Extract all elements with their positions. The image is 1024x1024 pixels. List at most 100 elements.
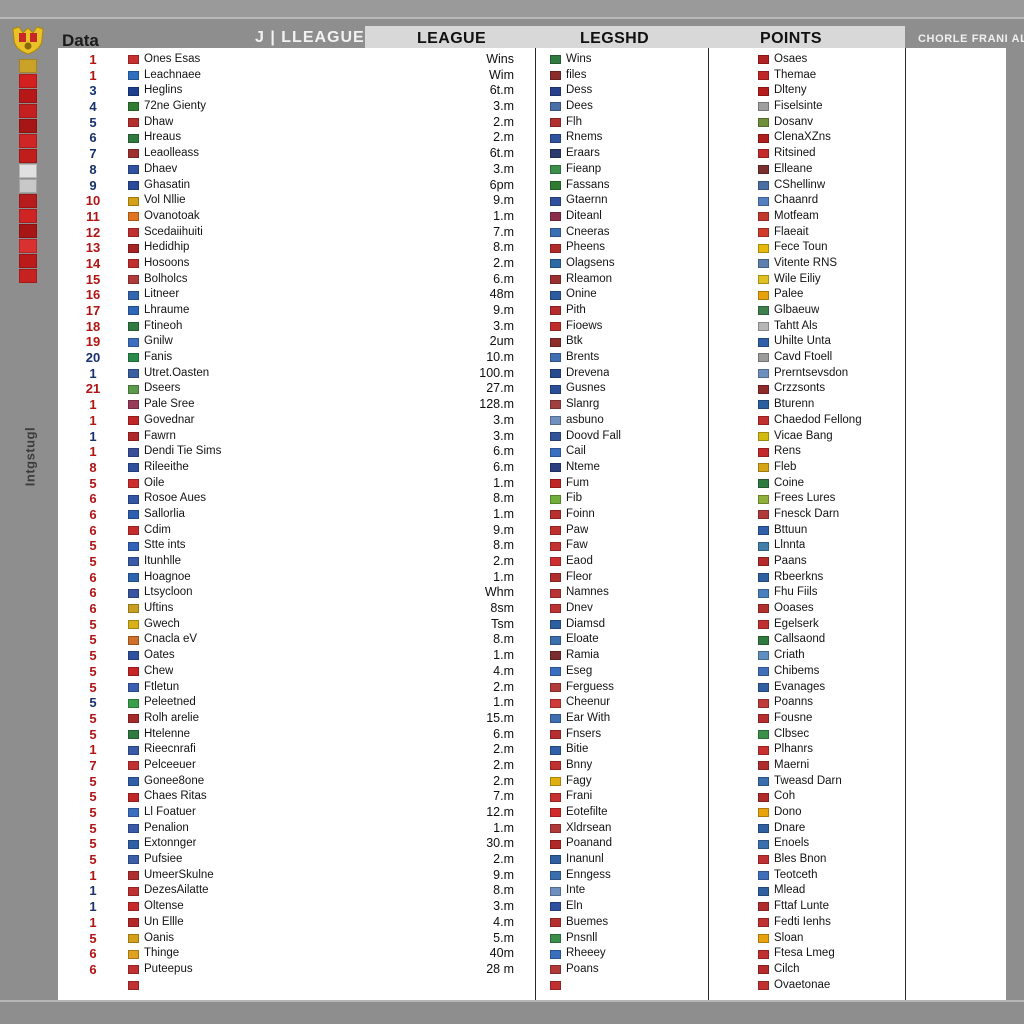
- column-header-legshd[interactable]: LEGSHD: [580, 30, 649, 48]
- table-row[interactable]: 5: [68, 476, 118, 492]
- table-row[interactable]: 1: [68, 397, 118, 413]
- table-row[interactable]: 6t.m: [388, 83, 528, 99]
- table-row[interactable]: Frees Lures: [758, 491, 898, 507]
- table-row[interactable]: Wins: [550, 52, 700, 68]
- table-row[interactable]: 8: [68, 460, 118, 476]
- table-row[interactable]: 6: [68, 601, 118, 617]
- table-row[interactable]: 7.m: [388, 789, 528, 805]
- table-row[interactable]: Llnnta: [758, 538, 898, 554]
- table-row[interactable]: 7.m: [388, 225, 528, 241]
- table-row[interactable]: 1.m: [388, 570, 528, 586]
- table-row[interactable]: 4.m: [388, 664, 528, 680]
- table-row[interactable]: Ferguess: [550, 680, 700, 696]
- table-row[interactable]: 9.m: [388, 868, 528, 884]
- rail-badge[interactable]: [19, 179, 37, 193]
- table-row[interactable]: 1: [68, 868, 118, 884]
- table-row[interactable]: 5: [68, 852, 118, 868]
- table-row[interactable]: 8.m: [388, 240, 528, 256]
- table-row[interactable]: Bles Bnon: [758, 852, 898, 868]
- table-row[interactable]: 4: [68, 99, 118, 115]
- table-row[interactable]: Dlteny: [758, 83, 898, 99]
- table-row[interactable]: 10: [68, 193, 118, 209]
- rail-badge[interactable]: [19, 149, 37, 163]
- table-row[interactable]: Fleor: [550, 570, 700, 586]
- table-row[interactable]: 1: [68, 915, 118, 931]
- rail-badge[interactable]: [19, 269, 37, 283]
- table-row[interactable]: 5: [68, 695, 118, 711]
- table-row[interactable]: Teotceth: [758, 868, 898, 884]
- table-row[interactable]: Vicae Bang: [758, 429, 898, 445]
- table-row[interactable]: Dono: [758, 805, 898, 821]
- table-row[interactable]: 30.m: [388, 836, 528, 852]
- table-row[interactable]: 8.m: [388, 632, 528, 648]
- table-row[interactable]: Sloan: [758, 931, 898, 947]
- rail-badge[interactable]: [19, 239, 37, 253]
- table-row[interactable]: 2.m: [388, 852, 528, 868]
- table-row[interactable]: Fum: [550, 476, 700, 492]
- table-row[interactable]: 5: [68, 805, 118, 821]
- table-row[interactable]: Wile Eiliy: [758, 272, 898, 288]
- table-row[interactable]: 1: [68, 52, 118, 68]
- table-row[interactable]: 2.m: [388, 130, 528, 146]
- table-row[interactable]: 27.m: [388, 381, 528, 397]
- column-header-points[interactable]: POINTS: [760, 30, 822, 48]
- table-row[interactable]: 3.m: [388, 899, 528, 915]
- table-row[interactable]: Flh: [550, 115, 700, 131]
- table-row[interactable]: Themae: [758, 68, 898, 84]
- table-row[interactable]: Eaod: [550, 554, 700, 570]
- table-row[interactable]: 6.m: [388, 460, 528, 476]
- table-row[interactable]: Eln: [550, 899, 700, 915]
- table-row[interactable]: 19: [68, 334, 118, 350]
- table-row[interactable]: 1.m: [388, 507, 528, 523]
- table-row[interactable]: 2.m: [388, 115, 528, 131]
- table-row[interactable]: 5: [68, 632, 118, 648]
- table-row[interactable]: 2.m: [388, 680, 528, 696]
- table-row[interactable]: 12: [68, 225, 118, 241]
- table-row[interactable]: Brents: [550, 350, 700, 366]
- table-row[interactable]: Fedti Ienhs: [758, 915, 898, 931]
- table-row[interactable]: Cail: [550, 444, 700, 460]
- table-row[interactable]: 6: [68, 585, 118, 601]
- rail-badge[interactable]: [19, 74, 37, 88]
- table-row[interactable]: Fece Toun: [758, 240, 898, 256]
- table-row[interactable]: Wins: [388, 52, 528, 68]
- table-row[interactable]: Rnems: [550, 130, 700, 146]
- table-row[interactable]: 3.m: [388, 429, 528, 445]
- table-row[interactable]: Faw: [550, 538, 700, 554]
- table-row[interactable]: 1.m: [388, 648, 528, 664]
- table-row[interactable]: 1: [68, 68, 118, 84]
- table-row[interactable]: Bttuun: [758, 523, 898, 539]
- table-row[interactable]: Slanrg: [550, 397, 700, 413]
- table-row[interactable]: Cheenur: [550, 695, 700, 711]
- rail-badge[interactable]: [19, 59, 37, 73]
- table-row[interactable]: 6: [68, 507, 118, 523]
- table-row[interactable]: CShellinw: [758, 178, 898, 194]
- table-row[interactable]: 6: [68, 523, 118, 539]
- table-row[interactable]: Fagy: [550, 774, 700, 790]
- table-row[interactable]: 48m: [388, 287, 528, 303]
- table-row[interactable]: 15.m: [388, 711, 528, 727]
- table-row[interactable]: 9.m: [388, 193, 528, 209]
- table-row[interactable]: Ear With: [550, 711, 700, 727]
- table-row[interactable]: Ramia: [550, 648, 700, 664]
- rail-badge[interactable]: [19, 104, 37, 118]
- table-row[interactable]: Crzzsonts: [758, 381, 898, 397]
- table-row[interactable]: Foinn: [550, 507, 700, 523]
- table-row[interactable]: Paans: [758, 554, 898, 570]
- table-row[interactable]: Ftesa Lmeg: [758, 946, 898, 962]
- table-row[interactable]: Dnare: [758, 821, 898, 837]
- table-row[interactable]: 8: [68, 162, 118, 178]
- table-row[interactable]: Vitente RNS: [758, 256, 898, 272]
- table-row[interactable]: Namnes: [550, 585, 700, 601]
- rail-badge[interactable]: [19, 194, 37, 208]
- table-row[interactable]: Egelserk: [758, 617, 898, 633]
- table-row[interactable]: Chibems: [758, 664, 898, 680]
- table-row[interactable]: 3.m: [388, 319, 528, 335]
- table-row[interactable]: 5.m: [388, 931, 528, 947]
- table-row[interactable]: Whm: [388, 585, 528, 601]
- table-row[interactable]: Gusnes: [550, 381, 700, 397]
- table-row[interactable]: 12.m: [388, 805, 528, 821]
- table-row[interactable]: 1: [68, 742, 118, 758]
- table-row[interactable]: Eraars: [550, 146, 700, 162]
- table-row[interactable]: Onine: [550, 287, 700, 303]
